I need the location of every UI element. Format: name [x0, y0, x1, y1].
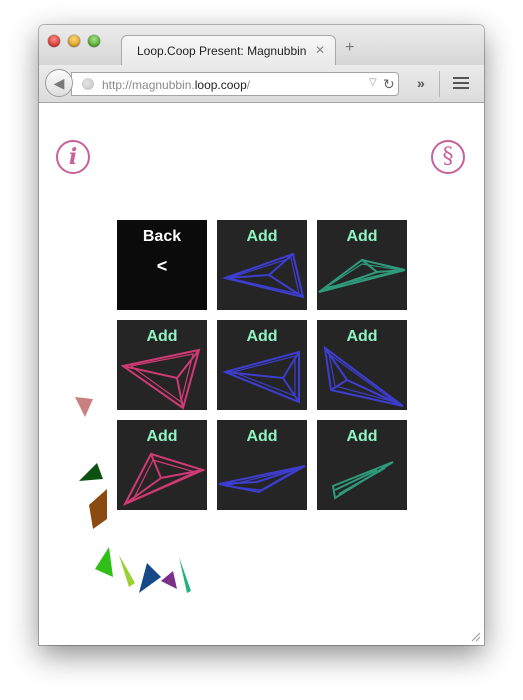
loose-piece: [119, 555, 135, 587]
loose-piece: [179, 557, 191, 593]
add-tile[interactable]: Add: [317, 320, 407, 410]
back-button[interactable]: ◀: [45, 69, 73, 97]
tab-close-icon[interactable]: ✕: [315, 43, 325, 57]
resize-grip-icon[interactable]: [471, 632, 481, 642]
shape-preview-icon: [122, 452, 206, 507]
menu-hamburger-icon[interactable]: [453, 77, 469, 90]
tab-title: Loop.Coop Present: Magnubbin: [137, 44, 307, 58]
back-tile[interactable]: Back <: [117, 220, 207, 310]
new-tab-button[interactable]: +: [345, 40, 354, 56]
loose-piece: [139, 563, 161, 593]
toolbar-divider: [439, 71, 440, 97]
back-tile-arrow: <: [156, 256, 168, 276]
add-tile[interactable]: Add: [217, 220, 307, 310]
address-bar[interactable]: http://magnubbin.loop.coop/ ▽ ↻: [71, 72, 399, 96]
shape-preview-icon: [221, 350, 300, 404]
shape-preview-icon: [318, 258, 406, 293]
address-url: http://magnubbin.loop.coop/: [102, 78, 251, 92]
zoom-window-button[interactable]: [88, 35, 100, 47]
loose-piece: [79, 463, 103, 481]
shape-preview-icon: [218, 465, 306, 494]
shape-preview-icon: [120, 348, 201, 410]
add-tile[interactable]: Add: [317, 220, 407, 310]
back-arrow-icon: ◀: [53, 75, 65, 91]
add-tile[interactable]: Add: [317, 420, 407, 510]
overflow-chevron-icon[interactable]: »: [417, 75, 425, 91]
browser-tab[interactable]: Loop.Coop Present: Magnubbin ✕: [121, 35, 336, 65]
history-dropdown-icon[interactable]: ▽: [369, 77, 377, 88]
loose-piece: [95, 547, 113, 577]
back-tile-label: Back: [142, 228, 182, 245]
reload-icon[interactable]: ↻: [383, 76, 395, 93]
browser-window: Loop.Coop Present: Magnubbin ✕ + http://…: [39, 25, 484, 645]
close-window-button[interactable]: [48, 35, 60, 47]
shape-preview-icon: [323, 345, 404, 407]
page-content: i § Back < Add Add Add Add Add Add Add A…: [39, 103, 484, 645]
title-bar: Loop.Coop Present: Magnubbin ✕ +: [39, 25, 484, 65]
info-icon[interactable]: i: [56, 140, 90, 174]
shape-preview-icon: [221, 252, 305, 299]
minimize-window-button[interactable]: [68, 35, 80, 47]
add-tile[interactable]: Add: [117, 320, 207, 410]
add-tile[interactable]: Add: [117, 420, 207, 510]
section-icon[interactable]: §: [431, 140, 465, 174]
add-tile[interactable]: Add: [217, 320, 307, 410]
loose-piece: [89, 489, 107, 529]
shape-preview-icon: [331, 461, 394, 500]
add-tile[interactable]: Add: [217, 420, 307, 510]
loose-piece: [161, 571, 177, 589]
loose-piece: [75, 397, 93, 417]
navigation-toolbar: http://magnubbin.loop.coop/ ▽ ↻ ◀ »: [39, 65, 484, 103]
globe-icon: [82, 78, 94, 90]
